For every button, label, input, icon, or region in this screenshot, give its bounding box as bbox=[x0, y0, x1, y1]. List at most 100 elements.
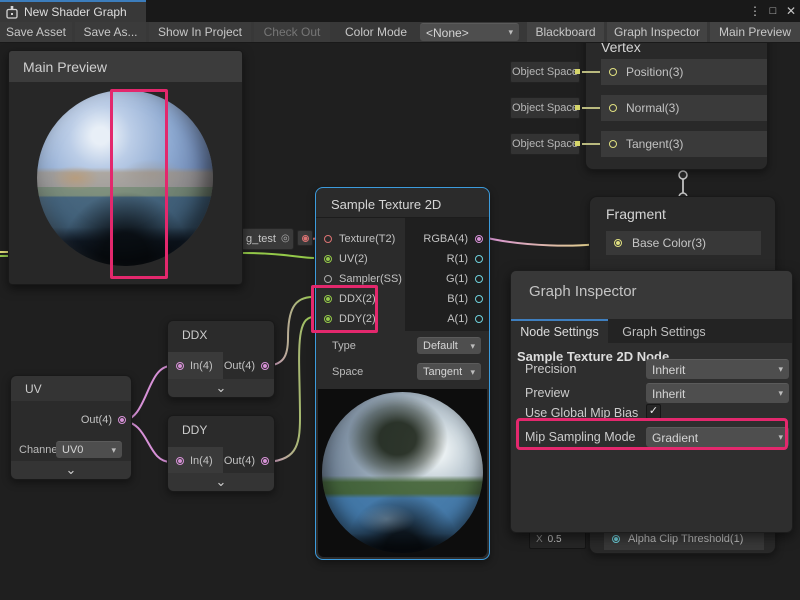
ddx-collapse-button[interactable]: ⌄ bbox=[168, 379, 274, 397]
space-connector-dot bbox=[575, 69, 580, 74]
normal-port[interactable] bbox=[609, 104, 617, 112]
dropdown-arrow-icon: ▾ bbox=[111, 445, 116, 456]
vertex-node[interactable]: Vertex Object Space Position(3) Object S… bbox=[585, 30, 768, 170]
ddx-in-label: In(4) bbox=[190, 360, 213, 372]
normal-port-label: Normal(3) bbox=[626, 101, 679, 115]
color-mode-dropdown[interactable]: <None> ▾ bbox=[420, 23, 519, 41]
precision-dropdown[interactable]: Inherit ▾ bbox=[646, 359, 789, 379]
space-dropdown[interactable]: Tangent ▾ bbox=[417, 363, 481, 380]
node-preview-area bbox=[318, 389, 487, 557]
tab-graph-settings[interactable]: Graph Settings bbox=[608, 319, 720, 343]
g-output-row[interactable]: G(1) bbox=[446, 269, 483, 289]
ddy-in-port[interactable] bbox=[176, 457, 184, 465]
uv-out-label: Out(4) bbox=[81, 414, 112, 426]
a-output-port[interactable] bbox=[475, 315, 483, 323]
preview-value: Inherit bbox=[652, 387, 685, 401]
texture-input-port[interactable] bbox=[324, 235, 332, 243]
texture-property-node[interactable]: g_test ◎ bbox=[238, 228, 294, 250]
blackboard-toggle-button[interactable]: Blackboard bbox=[527, 22, 604, 42]
r-output-row[interactable]: R(1) bbox=[447, 249, 483, 269]
r-output-port[interactable] bbox=[475, 255, 483, 263]
ddx-out-port[interactable] bbox=[261, 362, 269, 370]
uv-collapse-button[interactable]: ⌄ bbox=[11, 461, 131, 479]
vertex-row-position[interactable]: Object Space Position(3) bbox=[601, 59, 767, 85]
vertex-row-tangent[interactable]: Object Space Tangent(3) bbox=[601, 131, 767, 157]
uv-input-row[interactable]: UV(2) bbox=[316, 249, 368, 269]
preview-label: Preview bbox=[525, 383, 569, 403]
graph-inspector-title[interactable]: Graph Inspector bbox=[511, 271, 792, 319]
window-close-icon[interactable]: ✕ bbox=[783, 2, 799, 20]
ddx-in-cell[interactable]: In(4) bbox=[168, 352, 223, 380]
position-port-label: Position(3) bbox=[626, 65, 683, 79]
space-connector-line bbox=[582, 107, 600, 109]
texture-property-output-chip[interactable] bbox=[297, 230, 313, 246]
type-dropdown[interactable]: Default ▾ bbox=[417, 337, 481, 354]
b-output-port[interactable] bbox=[475, 295, 483, 303]
sampler-input-port[interactable] bbox=[324, 275, 332, 283]
space-connector-line bbox=[582, 71, 600, 73]
tangent-port[interactable] bbox=[609, 140, 617, 148]
uv-out-cell[interactable]: Out(4) bbox=[81, 406, 126, 434]
ddy-out-label: Out(4) bbox=[224, 455, 255, 467]
main-preview-toggle-button[interactable]: Main Preview bbox=[710, 22, 800, 42]
window-maximize-icon[interactable]: □ bbox=[765, 2, 781, 20]
save-asset-button[interactable]: Save Asset bbox=[0, 22, 72, 42]
main-preview-title[interactable]: Main Preview bbox=[9, 51, 242, 82]
object-space-badge[interactable]: Object Space bbox=[510, 97, 580, 119]
a-output-row[interactable]: A(1) bbox=[447, 309, 483, 329]
ddy-out-cell[interactable]: Out(4) bbox=[224, 447, 269, 475]
ddy-collapse-button[interactable]: ⌄ bbox=[168, 473, 274, 491]
graph-inspector-panel[interactable]: Graph Inspector Node Settings Graph Sett… bbox=[510, 270, 793, 533]
save-as-button[interactable]: Save As... bbox=[75, 22, 146, 42]
ddy-in-cell[interactable]: In(4) bbox=[168, 447, 223, 475]
uv-channel-dropdown[interactable]: UV0 ▾ bbox=[56, 441, 122, 458]
rgba-output-row[interactable]: RGBA(4) bbox=[423, 229, 483, 249]
texture-input-label: Texture(T2) bbox=[339, 233, 395, 245]
color-mode-label: Color Mode bbox=[345, 22, 418, 42]
dropdown-arrow-icon: ▾ bbox=[778, 388, 783, 399]
vertex-row-normal[interactable]: Object Space Normal(3) bbox=[601, 95, 767, 121]
texture-property-port[interactable] bbox=[302, 235, 309, 242]
base-color-label: Base Color(3) bbox=[632, 236, 706, 250]
uv-node[interactable]: UV Out(4) Channel UV0 ▾ ⌄ bbox=[10, 375, 132, 480]
preview-dropdown[interactable]: Inherit ▾ bbox=[646, 383, 789, 403]
ddy-in-label: In(4) bbox=[190, 455, 213, 467]
base-color-port[interactable] bbox=[614, 239, 622, 247]
sample-texture-2d-node[interactable]: Sample Texture 2D Texture(T2) UV(2) Samp… bbox=[315, 187, 490, 560]
shader-graph-window: Vertex Object Space Position(3) Object S… bbox=[0, 0, 800, 600]
object-space-badge[interactable]: Object Space bbox=[510, 61, 580, 83]
window-menu-icon[interactable]: ⋮ bbox=[747, 2, 763, 20]
uv-input-label: UV(2) bbox=[339, 253, 368, 265]
graph-inspector-toggle-button[interactable]: Graph Inspector bbox=[607, 22, 707, 42]
uv-input-port[interactable] bbox=[324, 255, 332, 263]
ddx-node[interactable]: DDX In(4) Out(4) ⌄ bbox=[167, 320, 275, 398]
ddx-in-port[interactable] bbox=[176, 362, 184, 370]
alpha-clip-label: Alpha Clip Threshold(1) bbox=[628, 533, 743, 545]
dropdown-arrow-icon: ▾ bbox=[470, 367, 475, 378]
rgba-output-port[interactable] bbox=[475, 235, 483, 243]
link-handle-top[interactable] bbox=[679, 171, 687, 179]
g-output-port[interactable] bbox=[475, 275, 483, 283]
document-tab[interactable]: New Shader Graph bbox=[0, 0, 146, 22]
object-space-badge[interactable]: Object Space bbox=[510, 133, 580, 155]
b-output-row[interactable]: B(1) bbox=[447, 289, 483, 309]
alpha-clip-port[interactable] bbox=[612, 535, 620, 543]
base-color-row[interactable]: Base Color(3) bbox=[606, 231, 761, 255]
show-in-project-button[interactable]: Show In Project bbox=[149, 22, 251, 42]
ddx-node-title: DDX bbox=[182, 328, 207, 342]
position-port[interactable] bbox=[609, 68, 617, 76]
rgba-output-label: RGBA(4) bbox=[423, 233, 468, 245]
texture-property-label: g_test bbox=[246, 233, 276, 245]
texture-preview-sphere bbox=[322, 392, 483, 553]
tab-title: New Shader Graph bbox=[24, 5, 127, 19]
space-value: Tangent bbox=[423, 366, 462, 378]
mip-bias-checkbox[interactable]: ✓ bbox=[646, 404, 661, 419]
ddy-node[interactable]: DDY In(4) Out(4) ⌄ bbox=[167, 415, 275, 492]
check-icon: ✓ bbox=[649, 406, 658, 417]
ddx-out-cell[interactable]: Out(4) bbox=[224, 352, 269, 380]
tab-node-settings[interactable]: Node Settings bbox=[511, 319, 608, 343]
uv-node-title[interactable]: UV bbox=[11, 376, 131, 401]
texture-input-row[interactable]: Texture(T2) bbox=[316, 229, 395, 249]
ddy-out-port[interactable] bbox=[261, 457, 269, 465]
uv-out-port[interactable] bbox=[118, 416, 126, 424]
